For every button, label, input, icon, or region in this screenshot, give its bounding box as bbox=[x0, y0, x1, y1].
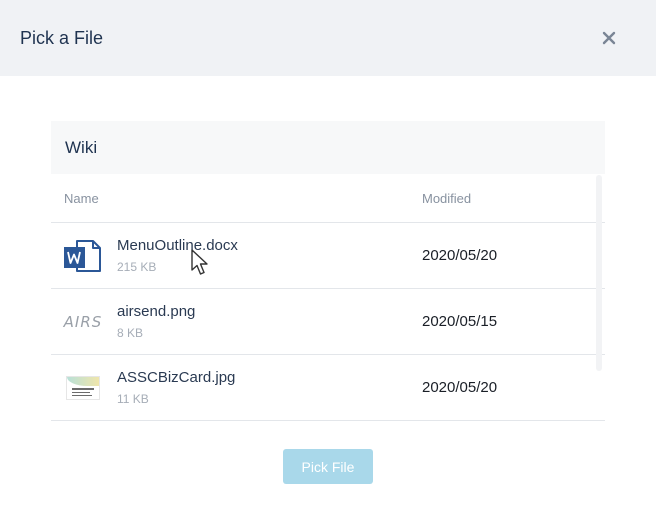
close-button[interactable] bbox=[598, 27, 620, 49]
file-modified: 2020/05/15 bbox=[422, 313, 498, 330]
word-doc-icon bbox=[63, 239, 103, 273]
folder-breadcrumb: Wiki bbox=[51, 121, 605, 174]
file-row[interactable]: MenuOutline.docx 215 KB 2020/05/20 bbox=[51, 223, 605, 289]
file-name: airsend.png bbox=[117, 302, 196, 320]
file-size: 11 KB bbox=[117, 391, 149, 406]
file-name: ASSCBizCard.jpg bbox=[117, 368, 236, 386]
business-card-thumbnail bbox=[63, 371, 103, 405]
folder-name: Wiki bbox=[65, 137, 98, 157]
column-header-name[interactable]: Name bbox=[51, 191, 409, 206]
table-header: Name Modified bbox=[51, 174, 605, 223]
mouse-pointer-icon bbox=[191, 249, 208, 275]
close-icon bbox=[602, 31, 616, 45]
file-name: MenuOutline.docx bbox=[117, 236, 238, 254]
file-name-cell: AIRS airsend.png 8 KB bbox=[51, 302, 409, 342]
pick-file-button[interactable]: Pick File bbox=[283, 449, 373, 484]
file-row[interactable]: AIRS airsend.png 8 KB 2020/05/15 bbox=[51, 289, 605, 355]
column-header-modified[interactable]: Modified bbox=[409, 191, 605, 206]
list-scrollbar[interactable] bbox=[596, 175, 602, 371]
file-name-cell: ASSCBizCard.jpg 11 KB bbox=[51, 368, 409, 408]
file-size: 215 KB bbox=[117, 259, 157, 274]
file-browser: Wiki Name Modified MenuOutline.docx 215 … bbox=[51, 121, 605, 421]
file-name-cell: MenuOutline.docx 215 KB bbox=[51, 236, 409, 276]
file-size: 8 KB bbox=[117, 325, 144, 340]
dialog-header: Pick a File bbox=[0, 0, 656, 76]
dialog-title: Pick a File bbox=[20, 27, 104, 48]
airsend-logo-thumbnail: AIRS bbox=[63, 312, 103, 331]
file-modified: 2020/05/20 bbox=[422, 379, 498, 396]
file-modified: 2020/05/20 bbox=[422, 247, 498, 264]
file-row[interactable]: ASSCBizCard.jpg 11 KB 2020/05/20 bbox=[51, 355, 605, 421]
